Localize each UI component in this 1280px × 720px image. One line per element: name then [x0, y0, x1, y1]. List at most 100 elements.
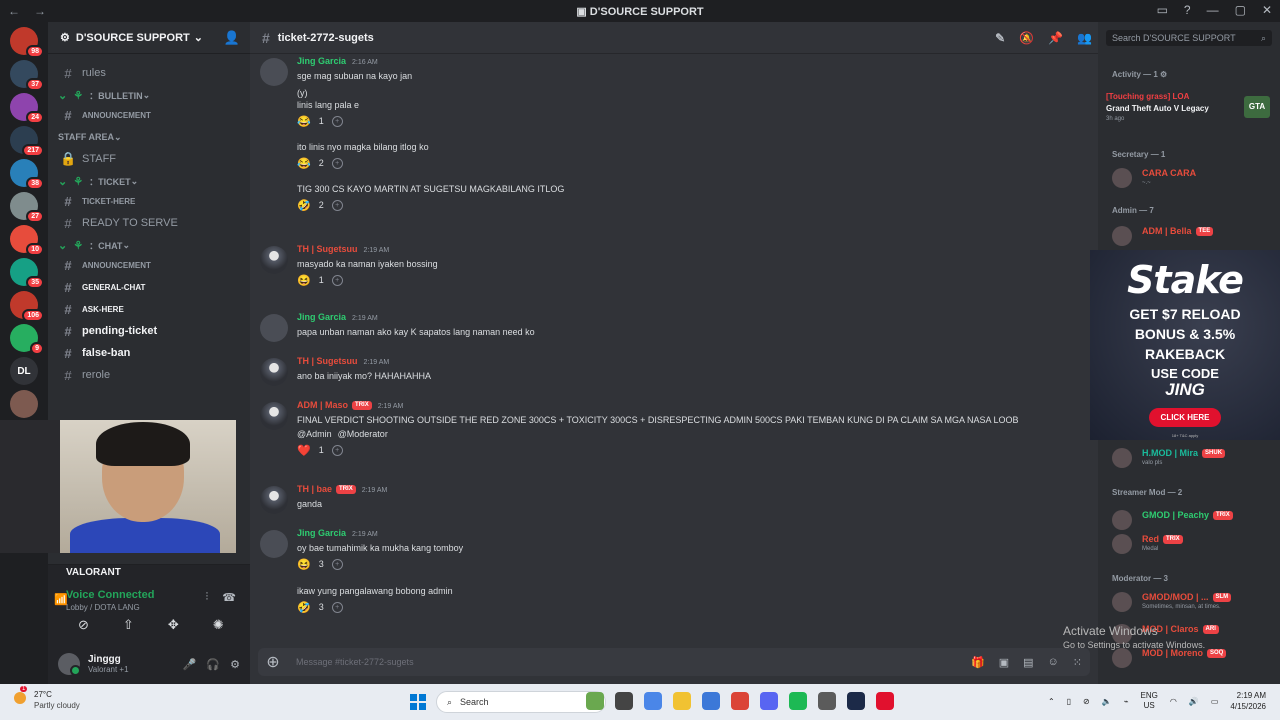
member-item[interactable]: CARA CARA ~.~	[1112, 166, 1272, 188]
invite-icon[interactable]: 👤	[224, 30, 240, 46]
inbox-icon[interactable]: ▭	[1157, 3, 1168, 17]
reaction[interactable]: 😆 1 +	[297, 272, 343, 288]
screen-share-icon[interactable]: ⇧	[123, 617, 134, 633]
chevron-up-icon[interactable]: ⌃	[1048, 697, 1055, 706]
camera-off-icon[interactable]: ⊘	[78, 617, 89, 633]
taskbar-search[interactable]: ⌕ Search	[436, 691, 606, 713]
server-icon[interactable]: 37	[10, 60, 44, 91]
avatar[interactable]	[260, 314, 288, 342]
taskbar-app-icon[interactable]	[702, 692, 720, 710]
reaction[interactable]: 🤣 2 +	[297, 197, 343, 213]
gift-icon[interactable]: 🎁	[971, 656, 985, 669]
message-author[interactable]: TH | Sugetsuu 2:19 AM	[297, 244, 389, 254]
category-header[interactable]: ⌄ ⚘ ：CHAT ⌄	[48, 234, 250, 256]
channel-item[interactable]: # ANNOUNCEMENT	[48, 104, 250, 126]
mention[interactable]: @Moderator	[338, 429, 388, 439]
message-author[interactable]: TH | bae TRIX 2:19 AM	[297, 484, 387, 495]
channel-item[interactable]: # ANNOUNCEMENT	[48, 254, 250, 276]
windows-start-icon[interactable]	[410, 694, 426, 710]
taskbar-app-icon[interactable]	[876, 692, 894, 710]
guild-header[interactable]: ⚙ D'SOURCE SUPPORT ⌄ 👤	[48, 22, 250, 54]
usb-icon[interactable]: ⌁	[1124, 697, 1129, 706]
taskbar-app-icon[interactable]	[673, 692, 691, 710]
noise-suppression-icon[interactable]: ⫶	[206, 591, 209, 604]
server-icon[interactable]: 35	[10, 258, 44, 289]
avatar[interactable]	[260, 486, 288, 514]
server-icon[interactable]: 10	[10, 225, 44, 256]
avatar[interactable]	[260, 58, 288, 86]
help-icon[interactable]: ?	[1184, 3, 1191, 17]
apps-icon[interactable]: ⁙	[1073, 656, 1082, 669]
server-icon[interactable]: 98	[10, 27, 44, 58]
channel-item[interactable]: 🔒 STAFF	[48, 148, 250, 170]
message-author[interactable]: Jing Garcia 2:16 AM	[297, 56, 378, 66]
search-input[interactable]: Search D'SOURCE SUPPORT ⌕	[1106, 30, 1272, 46]
taskbar-app-icon[interactable]	[731, 692, 749, 710]
message-composer[interactable]: ⊕ Message #ticket-2772-sugets 🎁 ▣ ▤ ☺ ⁙	[258, 648, 1090, 676]
sticker-icon[interactable]: ▤	[1023, 656, 1033, 669]
channel-item[interactable]: # false-ban	[48, 342, 250, 364]
category-header[interactable]: ⌄ ⚘ ：BULLETIN ⌄	[48, 84, 250, 106]
minimize-icon[interactable]: —	[1207, 3, 1219, 17]
member-item[interactable]: GMOD/MOD | ... SLM Sometimes, minsan, at t…	[1112, 590, 1272, 612]
server-icon[interactable]: 9	[10, 324, 44, 355]
add-reaction-icon[interactable]: +	[331, 157, 343, 169]
avatar[interactable]	[58, 653, 81, 676]
activity-card[interactable]: [Touching grass] LOA Grand Theft Auto V …	[1106, 92, 1272, 130]
attach-plus-icon[interactable]: ⊕	[258, 652, 288, 672]
soundboard-icon[interactable]: ✺	[213, 617, 224, 633]
channel-item[interactable]: # GENERAL-CHAT	[48, 276, 250, 298]
volume-icon[interactable]: 🔊	[1189, 697, 1199, 706]
speaker-icon[interactable]: 🔈	[1102, 697, 1112, 706]
taskbar-app-icon[interactable]	[818, 692, 836, 710]
avatar[interactable]	[260, 246, 288, 274]
server-icon[interactable]: 106	[10, 291, 44, 322]
add-reaction-icon[interactable]: +	[331, 115, 343, 127]
maximize-icon[interactable]: ▢	[1235, 3, 1246, 17]
category-header[interactable]: STAFF AREA ⌄	[48, 126, 250, 148]
wifi-icon[interactable]: ◠	[1170, 697, 1177, 706]
activities-icon[interactable]: ✥	[168, 617, 179, 633]
threads-icon[interactable]: ✎	[995, 31, 1005, 45]
pin-icon[interactable]: 📌	[1048, 31, 1063, 45]
taskbar-app-icon[interactable]	[586, 692, 604, 710]
settings-gear-icon[interactable]: ⚙	[230, 658, 240, 671]
mute-bell-icon[interactable]: 🔕	[1019, 31, 1034, 45]
taskbar-app-icon[interactable]	[789, 692, 807, 710]
avatar[interactable]	[260, 358, 288, 386]
add-reaction-icon[interactable]: +	[331, 274, 343, 286]
message-input[interactable]: Message #ticket-2772-sugets	[296, 657, 414, 667]
server-icon[interactable]: 217	[10, 126, 44, 157]
channel-item[interactable]: # pending-ticket	[48, 320, 250, 342]
wifi-off-icon[interactable]: ⊘	[1083, 697, 1090, 706]
channel-item[interactable]: # READY TO SERVE	[48, 212, 250, 234]
headphones-icon[interactable]: 🎧	[206, 658, 220, 671]
member-item[interactable]: ADM | Bella TEE	[1112, 224, 1272, 246]
message-author[interactable]: Jing Garcia 2:19 AM	[297, 312, 378, 322]
avatar[interactable]	[260, 402, 288, 430]
reaction[interactable]: 😂 2 +	[297, 155, 343, 171]
reaction[interactable]: ❤️ 1 +	[297, 442, 343, 458]
voice-status[interactable]: Voice Connected	[66, 589, 154, 601]
add-reaction-icon[interactable]: +	[331, 558, 343, 570]
taskbar-app-icon[interactable]	[615, 692, 633, 710]
message-author[interactable]: TH | Sugetsuu 2:19 AM	[297, 356, 389, 366]
server-icon[interactable]	[10, 390, 38, 418]
add-reaction-icon[interactable]: +	[331, 601, 343, 613]
message-author[interactable]: Jing Garcia 2:19 AM	[297, 528, 378, 538]
gif-icon[interactable]: ▣	[999, 656, 1009, 669]
member-item[interactable]: Red TRIX Medal	[1112, 532, 1272, 554]
language-indicator[interactable]: ENG US	[1141, 691, 1158, 711]
mention[interactable]: @Admin	[297, 429, 332, 439]
voice-channel[interactable]: Lobby / DOTA LANG	[66, 603, 154, 612]
taskbar-app-icon[interactable]	[760, 692, 778, 710]
disconnect-icon[interactable]: ☎	[222, 591, 236, 604]
channel-item[interactable]: # rerole	[48, 364, 250, 386]
channel-item[interactable]: # ASK-HERE	[48, 298, 250, 320]
member-item[interactable]: GMOD | Peachy TRIX	[1112, 508, 1272, 530]
member-list-icon[interactable]: 👥	[1077, 31, 1092, 45]
message-author[interactable]: ADM | Maso TRIX 2:19 AM	[297, 400, 403, 411]
taskbar-app-icon[interactable]	[847, 692, 865, 710]
add-reaction-icon[interactable]: +	[331, 199, 343, 211]
server-icon[interactable]: 27	[10, 192, 44, 223]
